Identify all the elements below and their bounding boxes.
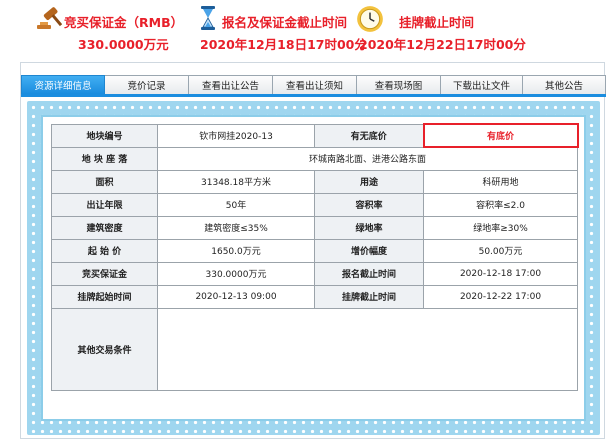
increment-value: 50.00万元: [423, 238, 578, 263]
density-label: 建筑密度: [51, 215, 158, 240]
table-row: 地块编号 钦市网挂2020-13 有无底价 有底价: [51, 123, 579, 148]
table-row: 竞买保证金 330.0000万元 报名截止时间 2020-12-18 17:00: [51, 261, 578, 286]
register-deadline-summary: 报名及保证金截止时间 2020年12月18日17时00分: [196, 4, 367, 54]
deposit-title: 竞买保证金（RMB）: [64, 15, 184, 30]
parcel-no-label: 地块编号: [51, 123, 158, 148]
listing-start-value: 2020-12-13 09:00: [157, 284, 315, 309]
table-row: 面积 31348.18平方米 用途 科研用地: [51, 169, 578, 194]
reserve-label: 有无底价: [314, 123, 424, 148]
gavel-icon: [37, 7, 62, 29]
other-terms-label: 其他交易条件: [51, 307, 158, 391]
table-row: 地 块 座 落 环城南路北面、进港公路东面: [51, 146, 578, 171]
reg-deadline-value: 2020-12-18 17:00: [423, 261, 578, 286]
clock-icon: [357, 6, 383, 32]
green-label: 绿地率: [314, 215, 424, 240]
register-deadline-title: 报名及保证金截止时间: [222, 15, 348, 30]
area-value: 31348.18平方米: [157, 169, 315, 194]
certificate-frame: 地块编号 钦市网挂2020-13 有无底价 有底价 地 块 座 落 环城南路北面…: [27, 101, 600, 435]
far-label: 容积率: [314, 192, 424, 217]
reserve-value: 有底价: [422, 123, 579, 148]
term-label: 出让年限: [51, 192, 158, 217]
listing-end-value: 2020-12-22 17:00: [423, 284, 578, 309]
table-row: 其他交易条件: [51, 307, 578, 391]
parcel-no-value: 钦市网挂2020-13: [157, 123, 315, 148]
tab-transfer-instructions[interactable]: 查看出让须知: [273, 75, 357, 95]
tab-bar: 资源详细信息 竞价记录 查看出让公告 查看出让须知 查看现场图 下载出让文件 其…: [21, 75, 606, 95]
start-price-value: 1650.0万元: [157, 238, 315, 263]
details-container: 地块编号 钦市网挂2020-13 有无底价 有底价 地 块 座 落 环城南路北面…: [41, 115, 586, 421]
tab-site-map[interactable]: 查看现场图: [357, 75, 441, 95]
tab-download-files[interactable]: 下载出让文件: [441, 75, 523, 95]
tab-bid-records[interactable]: 竞价记录: [105, 75, 189, 95]
deposit-label: 竞买保证金: [51, 261, 158, 286]
area-label: 面积: [51, 169, 158, 194]
listing-end-label: 挂牌截止时间: [314, 284, 424, 309]
deposit-value: 330.0000万元: [157, 261, 315, 286]
resource-panel: 资源详细信息 竞价记录 查看出让公告 查看出让须知 查看现场图 下载出让文件 其…: [20, 62, 606, 439]
tab-other-announcements[interactable]: 其他公告: [523, 75, 606, 95]
far-value: 容积率≤2.0: [423, 192, 578, 217]
term-value: 50年: [157, 192, 315, 217]
tab-resource-details[interactable]: 资源详细信息: [21, 75, 105, 95]
listing-deadline-title: 挂牌截止时间: [399, 15, 475, 30]
use-label: 用途: [314, 169, 424, 194]
table-row: 建筑密度 建筑密度≤35% 绿地率 绿地率≥30%: [51, 215, 578, 240]
parcel-details-table: 地块编号 钦市网挂2020-13 有无底价 有底价 地 块 座 落 环城南路北面…: [51, 123, 579, 391]
hourglass-icon: [201, 6, 215, 30]
register-deadline-value: 2020年12月18日17时00分: [200, 37, 367, 52]
location-value: 环城南路北面、进港公路东面: [157, 146, 578, 171]
table-row: 挂牌起始时间 2020-12-13 09:00 挂牌截止时间 2020-12-2…: [51, 284, 578, 309]
location-label: 地 块 座 落: [51, 146, 158, 171]
green-value: 绿地率≥30%: [423, 215, 578, 240]
listing-deadline-summary: 挂牌截止时间 2020年12月22日17时00分: [355, 4, 526, 54]
start-price-label: 起 始 价: [51, 238, 158, 263]
header-banner: 竞买保证金（RMB） 330.0000万元 报名及保证金截止时间 2020年12…: [0, 0, 610, 58]
table-row: 起 始 价 1650.0万元 增价幅度 50.00万元: [51, 238, 578, 263]
deposit-summary: 竞买保证金（RMB） 330.0000万元: [34, 4, 204, 54]
other-terms-value: [157, 307, 578, 391]
increment-label: 增价幅度: [314, 238, 424, 263]
listing-deadline-value: 2020年12月22日17时00分: [359, 37, 526, 52]
table-row: 出让年限 50年 容积率 容积率≤2.0: [51, 192, 578, 217]
reg-deadline-label: 报名截止时间: [314, 261, 424, 286]
deposit-value: 330.0000万元: [78, 37, 169, 52]
density-value: 建筑密度≤35%: [157, 215, 315, 240]
listing-start-label: 挂牌起始时间: [51, 284, 158, 309]
tab-transfer-notice[interactable]: 查看出让公告: [189, 75, 273, 95]
tab-underline: [21, 94, 606, 97]
use-value: 科研用地: [423, 169, 578, 194]
